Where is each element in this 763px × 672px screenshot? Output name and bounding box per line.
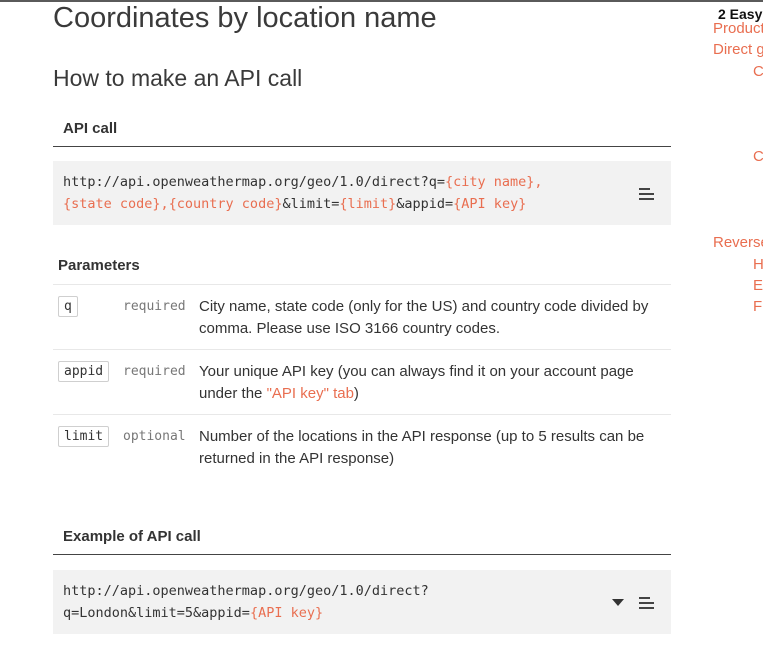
- param-description: Number of the locations in the API respo…: [199, 428, 645, 467]
- parameters-title: Parameters: [58, 257, 140, 274]
- toc-item-direct[interactable]: Direct g: [713, 41, 763, 58]
- menu-icon[interactable]: [639, 188, 654, 202]
- toc-item-e[interactable]: E: [753, 277, 763, 294]
- toc-item-f[interactable]: F: [753, 298, 762, 315]
- menu-icon[interactable]: [639, 597, 654, 611]
- section-title: How to make an API call: [53, 65, 303, 91]
- param-description: City name, state code (only for the US) …: [199, 298, 649, 337]
- caret-down-icon[interactable]: [612, 599, 624, 606]
- example-code-block[interactable]: http://api.openweathermap.org/geo/1.0/di…: [53, 570, 671, 634]
- param-row-limit: limit optional Number of the locations i…: [53, 414, 671, 480]
- param-name: q: [58, 296, 78, 317]
- api-key-tab-link[interactable]: "API key" tab: [267, 385, 354, 402]
- toc-item-product[interactable]: Product: [713, 20, 763, 37]
- toc-item-c1[interactable]: C: [753, 63, 763, 80]
- param-requirement: optional: [123, 429, 186, 444]
- param-requirement: required: [123, 364, 186, 379]
- param-name: appid: [58, 361, 110, 382]
- param-row-appid: appid required Your unique API key (you …: [53, 349, 671, 415]
- api-call-code: http://api.openweathermap.org/geo/1.0/di…: [63, 174, 543, 212]
- api-call-heading-label: API call: [63, 120, 118, 137]
- example-heading-label: Example of API call: [63, 528, 201, 545]
- page-title: Coordinates by location name: [53, 2, 437, 34]
- toc-item-reverse[interactable]: Reverse: [713, 234, 763, 251]
- param-description: Your unique API key (you can always find…: [199, 363, 634, 402]
- toc-item-h[interactable]: H: [753, 256, 763, 273]
- param-requirement: required: [123, 299, 186, 314]
- example-code: http://api.openweathermap.org/geo/1.0/di…: [63, 583, 429, 621]
- api-call-code-block[interactable]: http://api.openweathermap.org/geo/1.0/di…: [53, 161, 671, 225]
- param-row-q: q required City name, state code (only f…: [53, 284, 671, 350]
- example-heading: Example of API call: [53, 521, 671, 555]
- toc-item-c2[interactable]: C: [753, 148, 763, 165]
- param-name: limit: [58, 426, 110, 447]
- api-call-heading: API call: [53, 113, 671, 147]
